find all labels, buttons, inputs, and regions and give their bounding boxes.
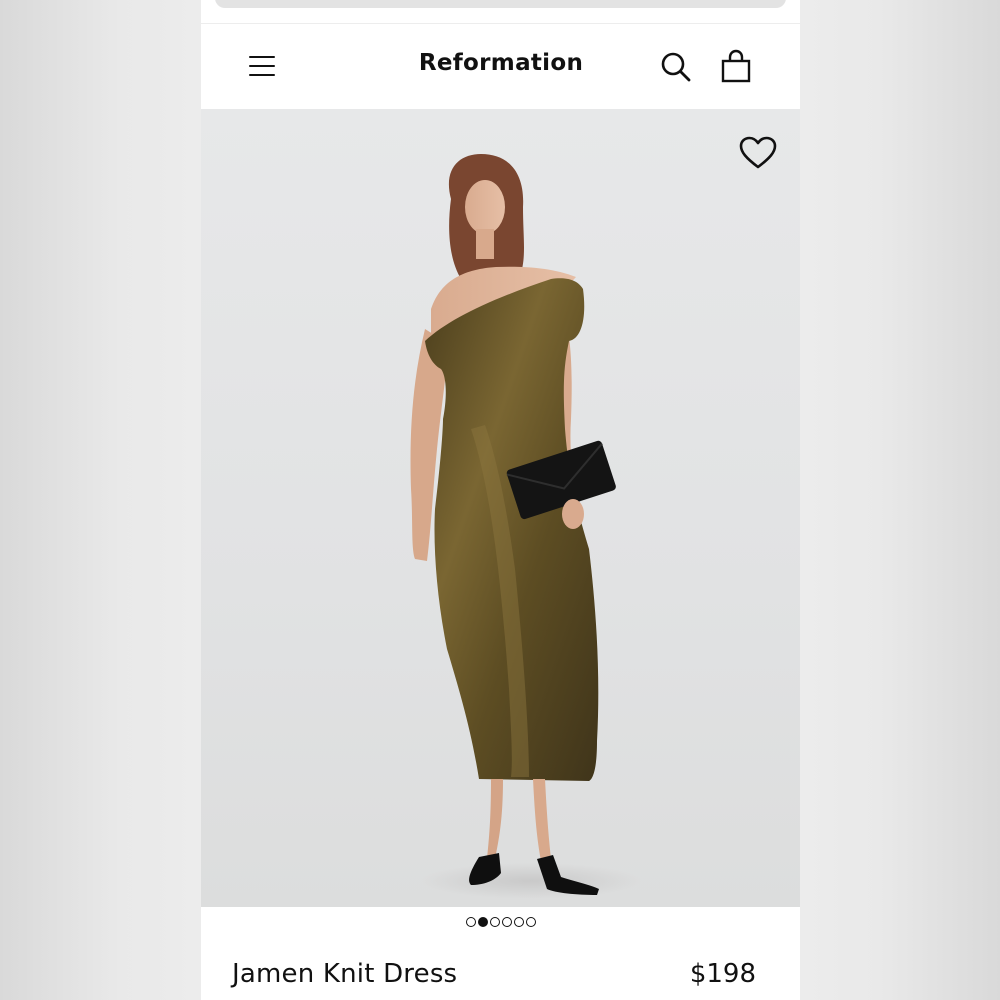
site-header: Reformation [201,24,800,109]
hamburger-menu-icon[interactable] [249,54,275,80]
carousel-pagination [201,917,800,933]
mobile-page: Reformation Jamen Knit Dress $198 [201,0,800,1000]
carousel-dot-active[interactable] [477,917,488,927]
heart-outline-icon[interactable] [738,135,778,171]
product-name[interactable]: Jamen Knit Dress [232,959,457,989]
product-info: Jamen Knit Dress $198 [201,955,800,1000]
carousel-dot[interactable] [513,917,524,927]
search-icon[interactable] [659,50,693,84]
browser-url-bar[interactable] [215,0,786,8]
shopping-bag-icon[interactable] [719,49,753,85]
carousel-dot[interactable] [525,917,536,927]
product-price: $198 [689,959,756,989]
product-image-carousel[interactable] [201,109,800,907]
carousel-dot[interactable] [489,917,500,927]
product-photo [410,154,641,899]
carousel-dot[interactable] [465,917,476,927]
carousel-dot[interactable] [501,917,512,927]
brand-logo[interactable]: Reformation [351,50,651,76]
